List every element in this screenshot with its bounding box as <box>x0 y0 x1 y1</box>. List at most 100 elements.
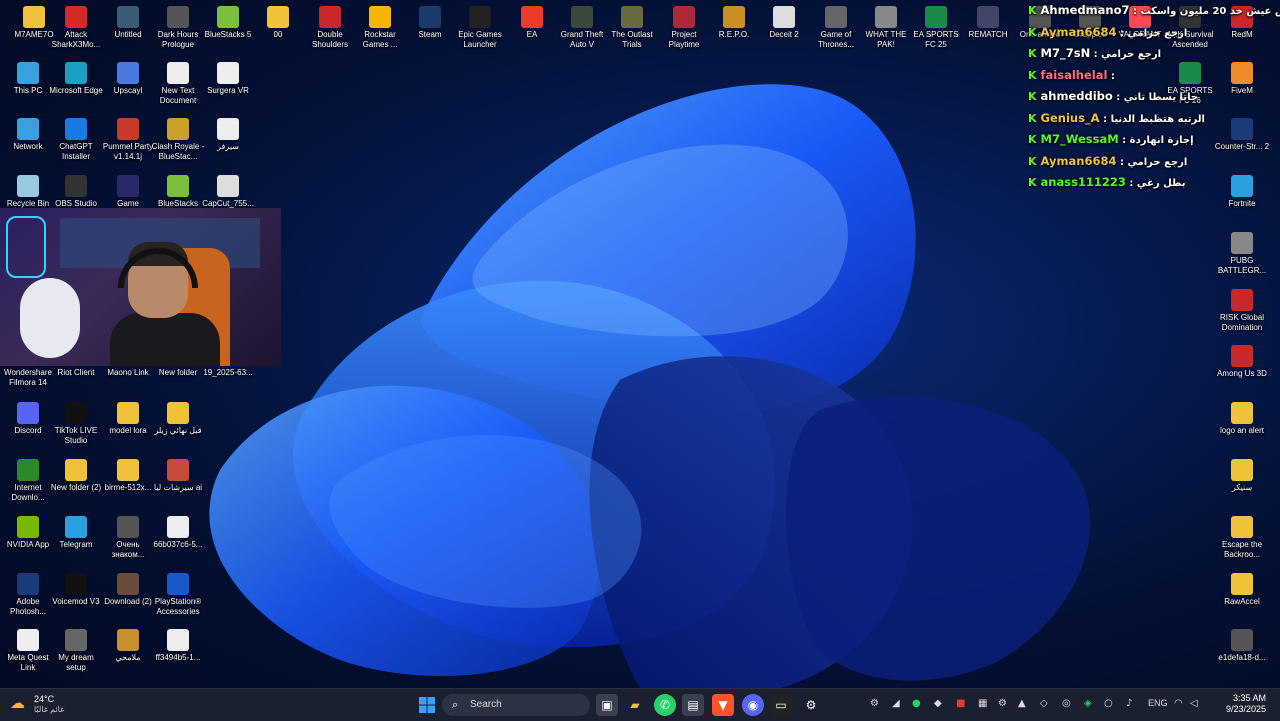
folder-icon <box>117 402 139 424</box>
desktop-icon-download2[interactable]: Download (2) <box>100 573 156 607</box>
desktop-icon-clash[interactable]: Clash Royale - BlueStac... <box>150 118 206 162</box>
desktop-icon-ai[interactable]: سيرشات ليا ai <box>150 459 206 493</box>
start-button[interactable] <box>416 694 438 716</box>
desktop-icon-zero[interactable]: 00 <box>250 6 306 40</box>
desktop-icon-newfolder2[interactable]: New folder (2) <box>48 459 104 493</box>
desktop-icon-mydream[interactable]: My dream setup <box>48 629 104 673</box>
tray-record-icon[interactable]: ■ <box>956 698 965 709</box>
chat-username[interactable]: Ayman6684 <box>1041 154 1117 168</box>
chat-username[interactable]: faisalhelal <box>1041 68 1108 82</box>
desktop-icon-whatthepak[interactable]: WHAT THE PAK! <box>858 6 914 50</box>
desktop-icon-voicemod[interactable]: Voicemod V3 <box>48 573 104 607</box>
desktop-icon-ochen[interactable]: Очень знаком... <box>100 516 156 560</box>
desktop-icon-doubleshoulders[interactable]: Double Shoulders <box>302 6 358 50</box>
tray-app7-icon[interactable]: ○ <box>1104 698 1113 709</box>
desktop-icon-rematch[interactable]: REMATCH <box>960 6 1016 40</box>
language-indicator[interactable]: ENG <box>1148 698 1168 708</box>
desktop-icon-label: Deceit 2 <box>769 30 799 39</box>
desktop-icon-sabrfr[interactable]: سيرفر <box>200 118 256 152</box>
desktop-icon-deceit[interactable]: Deceit 2 <box>756 6 812 40</box>
taskbar-whatsapp[interactable]: ✆ <box>654 694 676 716</box>
chat-username[interactable]: anass111223 <box>1041 175 1126 189</box>
taskbar-search[interactable]: ⌕ Search <box>442 694 590 716</box>
tray-steam-icon[interactable]: ⚙ <box>998 698 1007 709</box>
desktop-icon-easfc25[interactable]: EA SPORTS FC 25 <box>908 6 964 50</box>
taskbar-brave[interactable]: ▼ <box>712 694 734 716</box>
tray-app6-icon[interactable]: ◈ <box>1084 698 1092 709</box>
desktop-icon-outlast[interactable]: The Outlast Trials <box>604 6 660 50</box>
tray-status-icon[interactable]: ● <box>912 698 921 709</box>
desktop-icon-tiktok[interactable]: TikTok LIVE Studio <box>48 402 104 446</box>
desktop-icon-snkr[interactable]: سنيكر <box>1214 459 1270 493</box>
desktop-icon-ea[interactable]: EA <box>504 6 560 40</box>
desktop-icon-steam[interactable]: Steam <box>402 6 458 40</box>
text-file-icon <box>167 62 189 84</box>
tray-app4-icon[interactable]: ◇ <box>1040 698 1048 709</box>
desktop-icon-darkhours[interactable]: Dark Hours Prologue <box>150 6 206 50</box>
clock[interactable]: 3:35 AM 9/23/2025 <box>1206 693 1266 715</box>
desktop-icon-newtext[interactable]: New Text Document <box>150 62 206 106</box>
taskbar-explorer[interactable]: ▰ <box>624 694 646 716</box>
tray-app2-icon[interactable]: ▦ <box>978 698 987 709</box>
desktop-icon-escape[interactable]: Escape the Backroo... <box>1214 516 1270 560</box>
taskbar-discord[interactable]: ◉ <box>742 694 764 716</box>
desktop-icon-logoalert[interactable]: logo an alert <box>1214 402 1270 436</box>
tray-settings-icon[interactable]: ⚙ <box>870 698 879 709</box>
chat-username[interactable]: ahmeddibo <box>1041 89 1113 103</box>
desktop-icon-n66b[interactable]: 66b037c6-5... <box>150 516 206 550</box>
weather-widget[interactable]: ☁ 24°C غائم غالبًا <box>10 693 90 717</box>
desktop-icon-edge[interactable]: Microsoft Edge <box>48 62 104 96</box>
task-view-button[interactable]: ▣ <box>596 694 618 716</box>
desktop-icon-e1defa[interactable]: e1defa18-d... <box>1214 629 1270 663</box>
tray-app5-icon[interactable]: ◎ <box>1062 698 1071 709</box>
desktop-icon-obs[interactable]: OBS Studio <box>48 175 104 209</box>
chat-username[interactable]: M7_WessaM <box>1041 132 1119 146</box>
desktop-icon-epic[interactable]: Epic Games Launcher <box>452 6 508 50</box>
desktop-icon-chatgpt[interactable]: ChatGPT Installer <box>48 118 104 162</box>
desktop-icon-pummel[interactable]: Pummel Party v1.14.1j <box>100 118 156 162</box>
desktop-icon-rawaccel[interactable]: RawAccel <box>1214 573 1270 607</box>
tray-nvidia-icon[interactable]: ◢ <box>892 698 900 709</box>
desktop-icon-rockstar[interactable]: Rockstar Games ... <box>352 6 408 50</box>
desktop-icon-modellora[interactable]: model lora <box>100 402 156 436</box>
desktop-icon-psacc[interactable]: PlayStation® Accessories <box>150 573 206 617</box>
desktop-icon-capcut[interactable]: CapCut_755... <box>200 175 256 209</box>
desktop-icon-bluestacks5[interactable]: BlueStacks 5 <box>200 6 256 40</box>
desktop-icon-telegram[interactable]: Telegram <box>48 516 104 550</box>
volume-icon[interactable]: ◁ <box>1190 698 1198 709</box>
desktop-icon-amongus[interactable]: Among Us 3D <box>1214 345 1270 379</box>
desktop-icon-risk[interactable]: RISK Global Domination <box>1214 289 1270 333</box>
desktop-icon-thrones[interactable]: Game of Thrones... <box>808 6 864 50</box>
desktop-icon-bluestacks[interactable]: BlueStacks <box>150 175 206 209</box>
tray-app-icon[interactable]: ◆ <box>934 698 942 709</box>
desktop-icon-qbl[interactable]: قبل نهائي زيلر <box>150 402 206 436</box>
desktop-icon-pubg[interactable]: PUBG BATTLEGR... <box>1214 232 1270 276</box>
desktop-icon-repo[interactable]: R.E.P.O. <box>706 6 762 40</box>
chat-username[interactable]: Genius_A <box>1041 111 1100 125</box>
desktop-icon-surgera[interactable]: Surgera VR <box>200 62 256 96</box>
wifi-icon[interactable]: ◠ <box>1174 698 1183 709</box>
gta-icon <box>571 6 593 28</box>
taskbar-app[interactable]: ▤ <box>682 694 704 716</box>
desktop-icon-attack[interactable]: Attack SharkX3Mo... <box>48 6 104 50</box>
desktop-icon-malameh[interactable]: ملامحي <box>100 629 156 663</box>
taskbar-terminal[interactable]: ▭ <box>770 694 792 716</box>
desktop-icon-untitled[interactable]: Untitled <box>100 6 156 40</box>
chat-username[interactable]: Ayman6684 <box>1041 25 1117 39</box>
chat-username[interactable]: Ahmedmano7 <box>1041 3 1130 17</box>
desktop-icon-gta[interactable]: Grand Theft Auto V <box>554 6 610 50</box>
desktop-icon-birme[interactable]: birme-512x... <box>100 459 156 493</box>
desktop-icon-label: Upscayl <box>113 86 143 95</box>
chat-username[interactable]: M7_7sN <box>1041 46 1091 60</box>
desktop-icon-label: Очень знаком... <box>111 540 145 559</box>
desktop-icon-playtime[interactable]: Project Playtime <box>656 6 712 50</box>
tray-mic-icon[interactable]: ♪ <box>1126 698 1132 709</box>
tray-app3-icon[interactable]: ▲ <box>1018 698 1026 709</box>
pc-icon <box>17 62 39 84</box>
chat-message: K Ayman6684 : ارجع حرامي <box>1028 22 1228 44</box>
desktop-icon-game[interactable]: Game <box>100 175 156 209</box>
desktop-icon-ff349[interactable]: ff3494b5-1... <box>150 629 206 663</box>
desktop-icon-label: Among Us 3D <box>1217 369 1267 378</box>
desktop-icon-upscayl[interactable]: Upscayl <box>100 62 156 96</box>
taskbar-steam[interactable]: ⚙ <box>800 694 822 716</box>
